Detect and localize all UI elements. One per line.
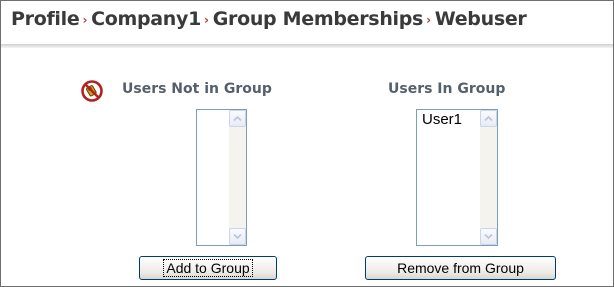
breadcrumb-item-group-memberships[interactable]: Group Memberships bbox=[213, 8, 424, 30]
users-not-in-group-scrollbar[interactable] bbox=[229, 110, 246, 245]
breadcrumb-item-company[interactable]: Company1 bbox=[91, 8, 201, 30]
breadcrumb: Profile › Company1 › Group Memberships › Webus… bbox=[11, 8, 527, 30]
scroll-down-icon[interactable] bbox=[480, 228, 497, 245]
scroll-up-icon[interactable] bbox=[480, 110, 497, 127]
add-to-group-label: Add to Group bbox=[163, 259, 253, 277]
breadcrumb-item-profile[interactable]: Profile bbox=[11, 8, 80, 30]
remove-from-group-button[interactable]: Remove from Group bbox=[365, 256, 556, 280]
users-not-in-group-listbox[interactable] bbox=[196, 109, 247, 246]
breadcrumb-separator-icon: › bbox=[82, 13, 88, 27]
users-in-group-listbox[interactable]: User1 bbox=[416, 109, 498, 246]
users-not-in-group-heading: Users Not in Group bbox=[122, 81, 272, 97]
header-divider bbox=[1, 44, 613, 48]
no-access-icon bbox=[81, 80, 103, 102]
users-in-group-heading: Users In Group bbox=[388, 81, 506, 97]
users-in-group-scrollbar[interactable] bbox=[480, 110, 497, 245]
remove-from-group-label: Remove from Group bbox=[397, 260, 524, 276]
breadcrumb-separator-icon: › bbox=[426, 13, 431, 27]
scroll-up-icon[interactable] bbox=[229, 110, 246, 127]
group-memberships-page: Profile › Company1 › Group Memberships › Webus… bbox=[0, 0, 614, 287]
breadcrumb-separator-icon: › bbox=[204, 13, 209, 27]
add-to-group-button[interactable]: Add to Group bbox=[139, 256, 277, 280]
scroll-down-icon[interactable] bbox=[229, 228, 246, 245]
list-item[interactable]: User1 bbox=[422, 111, 462, 128]
breadcrumb-item-webuser: Webuser bbox=[434, 8, 527, 30]
